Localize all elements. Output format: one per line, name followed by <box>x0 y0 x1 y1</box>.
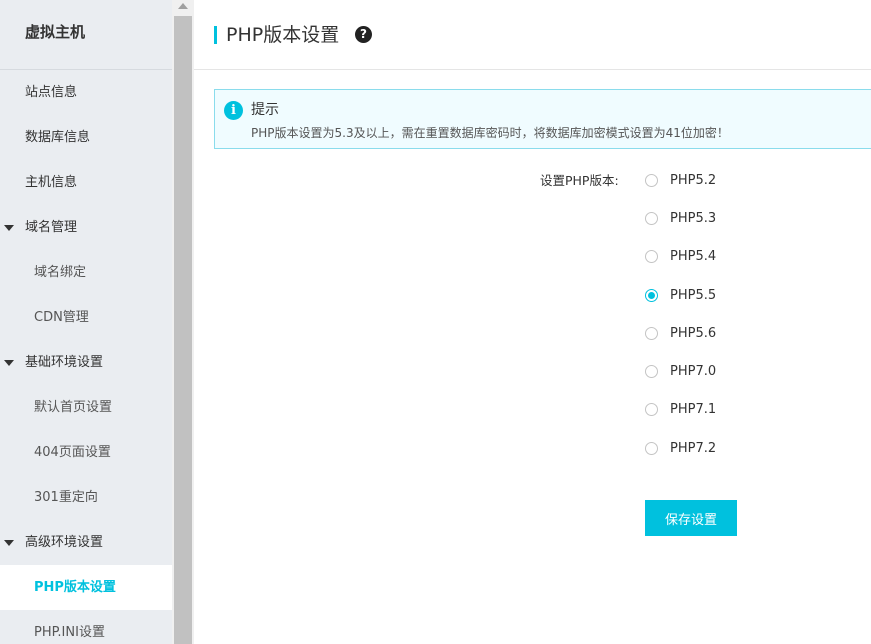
notice-title: 提示 <box>251 102 279 118</box>
radio-php55[interactable]: PHP5.5 <box>645 285 716 305</box>
notice-box: i 提示 PHP版本设置为5.3及以上，需在重置数据库密码时，将数据库加密模式设… <box>214 89 871 149</box>
radio-button-checked[interactable] <box>645 288 658 302</box>
radio-label: PHP7.2 <box>670 440 717 456</box>
radio-button[interactable] <box>645 211 658 225</box>
scroll-up-arrow-icon[interactable] <box>178 3 188 9</box>
sidebar-item-cdn[interactable]: CDN管理 <box>0 295 172 340</box>
sidebar-item-php-version[interactable]: PHP版本设置 <box>0 565 172 610</box>
radio-label: PHP5.6 <box>670 325 717 341</box>
sidebar-item-site-info[interactable]: 站点信息 <box>0 70 172 115</box>
radio-php56[interactable]: PHP5.6 <box>645 323 716 343</box>
save-settings-button[interactable]: 保存设置 <box>645 500 737 536</box>
radio-label: PHP5.5 <box>670 287 717 303</box>
caret-down-icon <box>4 360 14 366</box>
sidebar-title: 虚拟主机 <box>0 0 172 70</box>
radio-button[interactable] <box>645 173 658 187</box>
radio-label: PHP5.2 <box>670 172 717 188</box>
sidebar-item-host-info[interactable]: 主机信息 <box>0 160 172 205</box>
caret-down-icon <box>4 225 14 231</box>
radio-button[interactable] <box>645 441 658 455</box>
radio-php70[interactable]: PHP7.0 <box>645 361 716 381</box>
sidebar: 虚拟主机 站点信息 数据库信息 主机信息 域名管理 域名绑定 CDN管理 基础环… <box>0 0 172 644</box>
php-version-label: 设置PHP版本: <box>540 173 619 188</box>
info-icon: i <box>224 101 243 120</box>
sidebar-group-basic-env[interactable]: 基础环境设置 <box>0 340 172 385</box>
sidebar-item-domain-binding[interactable]: 域名绑定 <box>0 250 172 295</box>
sidebar-item-php-ini[interactable]: PHP.INI设置 <box>0 610 172 644</box>
notice-text: PHP版本设置为5.3及以上，需在重置数据库密码时，将数据库加密模式设置为41位… <box>251 126 729 140</box>
radio-label: PHP5.4 <box>670 248 717 264</box>
page-title: PHP版本设置 <box>226 24 340 46</box>
radio-php52[interactable]: PHP5.2 <box>645 170 716 190</box>
sidebar-group-label: 高级环境设置 <box>25 535 104 550</box>
radio-button[interactable] <box>645 249 658 263</box>
radio-php71[interactable]: PHP7.1 <box>645 399 716 419</box>
radio-label: PHP7.0 <box>670 363 717 379</box>
radio-php72[interactable]: PHP7.2 <box>645 438 716 458</box>
radio-php54[interactable]: PHP5.4 <box>645 246 716 266</box>
page-header: PHP版本设置 ? <box>194 0 871 70</box>
sidebar-scrollbar[interactable] <box>172 0 194 644</box>
help-icon[interactable]: ? <box>355 26 372 43</box>
sidebar-group-label: 基础环境设置 <box>25 355 104 370</box>
sidebar-item-404-page[interactable]: 404页面设置 <box>0 430 172 475</box>
sidebar-group-domain[interactable]: 域名管理 <box>0 205 172 250</box>
radio-label: PHP7.1 <box>670 401 717 417</box>
caret-down-icon <box>4 540 14 546</box>
radio-button[interactable] <box>645 402 658 416</box>
radio-button[interactable] <box>645 364 658 378</box>
radio-php53[interactable]: PHP5.3 <box>645 208 716 228</box>
sidebar-group-advanced-env[interactable]: 高级环境设置 <box>0 520 172 565</box>
radio-label: PHP5.3 <box>670 210 717 226</box>
sidebar-item-database-info[interactable]: 数据库信息 <box>0 115 172 160</box>
sidebar-item-301-redirect[interactable]: 301重定向 <box>0 475 172 520</box>
sidebar-group-label: 域名管理 <box>25 220 78 235</box>
radio-button[interactable] <box>645 326 658 340</box>
main-content: PHP版本设置 ? i 提示 PHP版本设置为5.3及以上，需在重置数据库密码时… <box>194 0 871 644</box>
sidebar-item-default-page[interactable]: 默认首页设置 <box>0 385 172 430</box>
title-accent-bar <box>214 26 217 44</box>
scrollbar-thumb[interactable] <box>174 16 192 644</box>
